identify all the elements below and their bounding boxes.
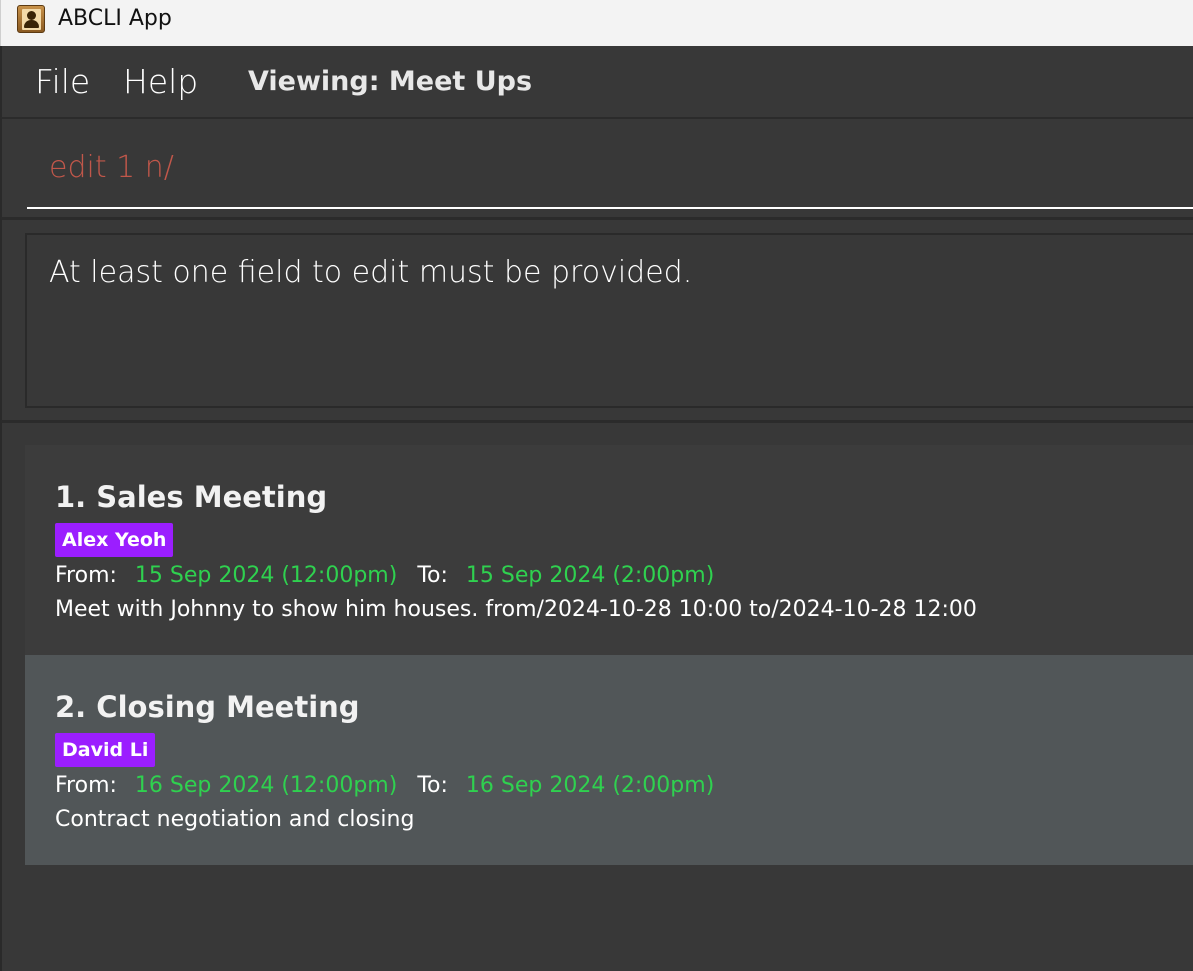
to-label: To:	[417, 563, 448, 588]
meetup-time-row: From: 16 Sep 2024 (12:00pm) To: 16 Sep 2024…	[55, 770, 714, 802]
meetup-list[interactable]: 1. Sales Meeting Alex Yeoh From: 15 Sep 2…	[0, 420, 1193, 971]
buyer-tag: Alex Yeoh	[55, 523, 174, 557]
meetup-description: Meet with Johnny to show him houses. fro…	[55, 597, 977, 622]
help-menu[interactable]: Help	[123, 62, 198, 102]
from-label: From:	[55, 773, 117, 798]
result-display[interactable]: At least one field to edit must be provi…	[25, 233, 1193, 408]
meetup-description: Contract negotiation and closing	[55, 807, 415, 832]
meetup-time-row: From: 15 Sep 2024 (12:00pm) To: 15 Sep 2024…	[55, 560, 714, 592]
viewing-label: Viewing: Meet Ups	[248, 66, 533, 97]
meetup-title: 1. Sales Meeting	[55, 480, 328, 514]
menu-bar: File Help Viewing: Meet Ups	[0, 46, 1193, 117]
meetup-card[interactable]: 2. Closing Meeting David Li From: 16 Sep …	[25, 655, 1193, 865]
from-datetime: 15 Sep 2024 (12:00pm)	[134, 563, 398, 588]
result-message: At least one field to edit must be provi…	[49, 255, 693, 290]
file-menu[interactable]: File	[35, 62, 90, 102]
result-display-panel: At least one field to edit must be provi…	[0, 217, 1193, 420]
address-book-icon	[17, 5, 45, 33]
buyer-tag: David Li	[55, 733, 156, 767]
window-titlebar: ABCLI App	[0, 0, 1193, 46]
command-box	[0, 117, 1193, 217]
from-label: From:	[55, 563, 117, 588]
window-title: ABCLI App	[58, 6, 172, 31]
to-label: To:	[417, 773, 448, 798]
command-input[interactable]	[27, 127, 1193, 209]
meetup-title: 2. Closing Meeting	[55, 690, 360, 724]
to-datetime: 15 Sep 2024 (2:00pm)	[465, 563, 715, 588]
from-datetime: 16 Sep 2024 (12:00pm)	[134, 773, 398, 798]
meetup-card[interactable]: 1. Sales Meeting Alex Yeoh From: 15 Sep 2…	[25, 445, 1193, 655]
to-datetime: 16 Sep 2024 (2:00pm)	[465, 773, 715, 798]
